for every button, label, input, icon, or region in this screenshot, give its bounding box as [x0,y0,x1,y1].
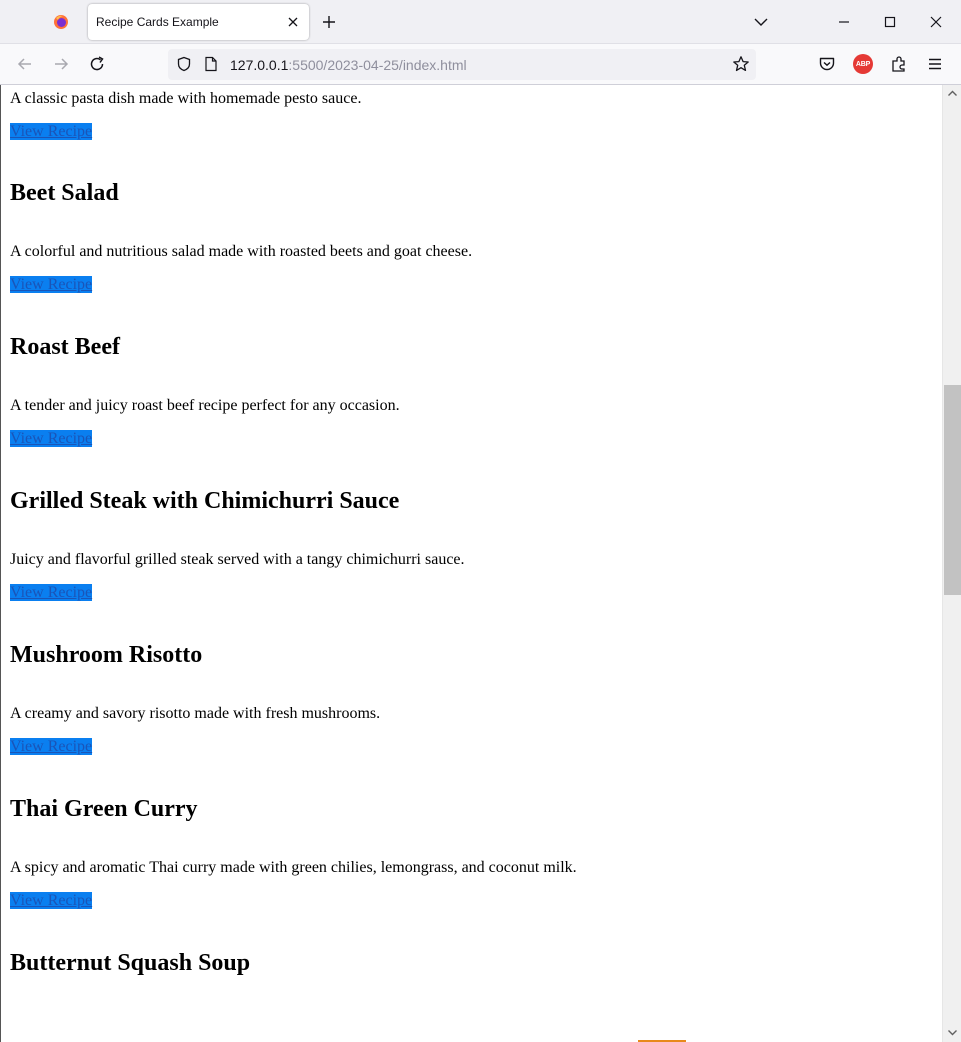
recipe-title: Roast Beef [10,334,120,360]
recipe-title: Grilled Steak with Chimichurri Sauce [10,488,400,514]
tab-strip: Recipe Cards Example [0,0,961,44]
address-bar[interactable]: 127.0.0.1:5500/2023-04-25/index.html [168,49,756,80]
recipe-description: A classic pasta dish made with homemade … [10,90,362,107]
recipe-card: Beet Salad A colorful and nutritious sal… [10,179,930,294]
view-recipe-link[interactable]: View Recipe [10,584,93,601]
page-viewport: A classic pasta dish made with homemade … [0,85,942,1042]
url-host: 127.0.0.1 [230,57,289,73]
maximize-icon[interactable] [880,12,900,32]
adblock-plus-icon[interactable]: ABP [853,54,873,74]
recipe-title: Thai Green Curry [10,796,198,822]
recipe-title: Beet Salad [10,180,119,206]
scroll-down-arrow-icon[interactable] [947,1027,958,1038]
recipe-card: Grilled Steak with Chimichurri Sauce Jui… [10,487,930,602]
scrollbar-thumb[interactable] [944,385,961,595]
recipe-list: A classic pasta dish made with homemade … [10,85,930,977]
close-window-icon[interactable] [926,12,946,32]
recipe-card: Thai Green Curry A spicy and aromatic Th… [10,795,930,910]
recipe-title: Mushroom Risotto [10,642,203,668]
scroll-up-arrow-icon[interactable] [947,88,958,99]
forward-arrow-icon[interactable] [51,54,71,74]
recipe-description: A creamy and savory risotto made with fr… [10,705,381,722]
pocket-icon[interactable] [817,54,837,74]
url-text[interactable]: 127.0.0.1:5500/2023-04-25/index.html [230,57,467,73]
recipe-card: A classic pasta dish made with homemade … [10,90,930,141]
recipe-card: Roast Beef A tender and juicy roast beef… [10,333,930,448]
tab-title: Recipe Cards Example [96,15,219,29]
minimize-icon[interactable] [834,12,854,32]
active-tab[interactable]: Recipe Cards Example [88,4,309,40]
view-recipe-link[interactable]: View Recipe [10,276,93,293]
recipe-card: Butternut Squash Soup [10,949,930,977]
vertical-scrollbar[interactable] [942,85,961,1042]
recipe-description: A tender and juicy roast beef recipe per… [10,397,400,414]
back-arrow-icon[interactable] [15,54,35,74]
extensions-icon[interactable] [889,54,909,74]
menu-icon[interactable] [925,54,945,74]
chevron-down-icon[interactable] [752,14,770,30]
recipe-card: Mushroom Risotto A creamy and savory ris… [10,641,930,756]
url-path: :5500/2023-04-25/index.html [288,57,467,73]
recipe-description: A spicy and aromatic Thai curry made wit… [10,859,577,876]
page-icon[interactable] [204,56,218,72]
view-recipe-link[interactable]: View Recipe [10,892,93,909]
shield-icon[interactable] [176,56,192,72]
reload-icon[interactable] [87,54,107,74]
plus-icon[interactable] [320,13,338,31]
view-recipe-link[interactable]: View Recipe [10,738,93,755]
recipe-description: Juicy and flavorful grilled steak served… [10,551,465,568]
recipe-title: Butternut Squash Soup [10,950,251,976]
view-recipe-link[interactable]: View Recipe [10,430,93,447]
navigation-toolbar: 127.0.0.1:5500/2023-04-25/index.html ABP [0,44,961,85]
recipe-description: A colorful and nutritious salad made wit… [10,243,473,260]
view-recipe-link[interactable]: View Recipe [10,123,93,140]
star-icon[interactable] [732,55,750,73]
close-icon[interactable] [285,14,301,30]
firefox-icon[interactable] [40,6,82,38]
